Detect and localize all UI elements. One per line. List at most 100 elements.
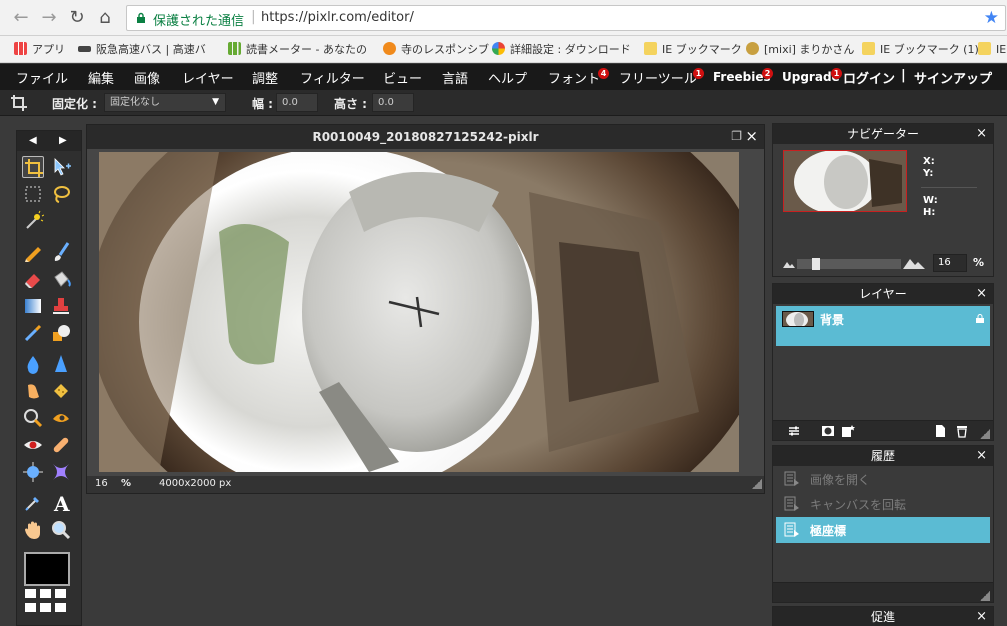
expand-right-icon[interactable]: ▶	[59, 135, 67, 146]
pencil-tool-icon[interactable]	[22, 241, 44, 263]
bookmark-item[interactable]: [mixi] まりかさん	[746, 41, 854, 59]
close-icon[interactable]: ×	[976, 284, 987, 304]
menu-font[interactable]: フォント	[548, 68, 600, 87]
smudge-tool-icon[interactable]	[22, 380, 44, 402]
pinch-tool-icon[interactable]	[50, 461, 72, 483]
constrain-select[interactable]: 固定化なし ▼	[104, 93, 226, 112]
paint-bucket-tool-icon[interactable]	[50, 268, 72, 290]
layer-style-icon[interactable]	[841, 424, 855, 438]
layer-mask-icon[interactable]	[821, 424, 835, 438]
drawing-tool-icon[interactable]	[50, 322, 72, 344]
zoom-out-icon[interactable]	[783, 258, 795, 268]
zoom-slider-handle[interactable]	[812, 258, 820, 270]
navigator-header[interactable]: ナビゲーター ×	[773, 124, 993, 144]
layer-row[interactable]: 背景	[776, 306, 990, 346]
hand-tool-icon[interactable]	[22, 519, 44, 541]
height-input[interactable]: 0.0	[372, 93, 414, 112]
menu-image[interactable]: 画像	[134, 68, 160, 87]
close-icon[interactable]: ×	[976, 124, 987, 144]
color-replace-tool-icon[interactable]	[22, 322, 44, 344]
close-icon[interactable]: ×	[745, 127, 758, 145]
collapse-left-icon[interactable]: ◀	[29, 135, 37, 146]
image-canvas[interactable]	[99, 152, 739, 472]
zoom-value[interactable]: 16	[95, 478, 108, 489]
lock-icon[interactable]	[976, 314, 984, 323]
bloat-tool-icon[interactable]	[22, 461, 44, 483]
red-eye-tool-icon[interactable]	[22, 434, 44, 456]
restore-window-icon[interactable]: ❐	[731, 129, 742, 143]
lasso-tool-icon[interactable]	[50, 183, 72, 205]
back-arrow-icon[interactable]: ←	[10, 7, 32, 29]
history-header[interactable]: 履歴 ×	[773, 446, 993, 466]
type-tool-icon[interactable]: A	[50, 492, 72, 516]
primary-color-swatch[interactable]	[24, 552, 70, 586]
menu-layer[interactable]: レイヤー	[182, 68, 234, 87]
trash-icon[interactable]	[955, 424, 969, 438]
menu-file[interactable]: ファイル	[16, 68, 68, 87]
bookmark-item[interactable]: 阪急高速バス | 高速バ	[78, 41, 206, 59]
zoom-slider[interactable]	[797, 258, 901, 270]
bookmark-item[interactable]: 読書メーター - あなたの	[228, 41, 367, 59]
menu-help[interactable]: ヘルプ	[488, 68, 527, 87]
url-text[interactable]: https://pixlr.com/editor/	[261, 10, 414, 25]
new-layer-icon[interactable]	[933, 424, 947, 438]
crop-tool-icon[interactable]	[22, 156, 44, 178]
move-tool-icon[interactable]	[50, 156, 72, 178]
color-picker-tool-icon[interactable]	[22, 492, 44, 514]
menu-adjust[interactable]: 調整	[252, 68, 278, 87]
signup-link[interactable]: サインアップ	[914, 68, 992, 87]
navigator-thumbnail[interactable]	[783, 150, 907, 212]
home-icon[interactable]: ⌂	[94, 7, 116, 29]
marquee-tool-icon[interactable]	[22, 183, 44, 205]
close-icon[interactable]: ×	[976, 607, 987, 626]
reload-icon[interactable]: ↻	[66, 7, 88, 29]
forward-arrow-icon[interactable]: →	[38, 7, 60, 29]
layer-settings-icon[interactable]	[787, 424, 801, 438]
adjust-panel: 促進 ×	[772, 606, 994, 626]
tool-options-bar: 固定化 : 固定化なし ▼ 幅 : 0.0 高さ : 0.0	[0, 90, 1007, 116]
address-bar[interactable]: 保護された通信 | https://pixlr.com/editor/ ★	[126, 5, 1006, 31]
login-link[interactable]: ログイン	[843, 68, 895, 87]
resize-grip-icon[interactable]	[980, 591, 990, 601]
blur-tool-icon[interactable]	[22, 353, 44, 375]
width-input[interactable]: 0.0	[276, 93, 318, 112]
resize-grip-icon[interactable]	[752, 479, 762, 489]
menu-language[interactable]: 言語	[442, 68, 468, 87]
adjust-header[interactable]: 促進 ×	[773, 607, 993, 626]
canvas-titlebar[interactable]: R0010049_20180827125242-pixlr ❐ ×	[87, 125, 764, 149]
history-item-active[interactable]: 極座標	[776, 517, 990, 543]
zoom-tool-icon[interactable]	[50, 519, 72, 541]
sharpen-tool-icon[interactable]	[50, 353, 72, 375]
menu-free-tools[interactable]: フリーツール	[619, 68, 697, 87]
bookmark-folder[interactable]: IE ブックマーク	[644, 41, 742, 59]
close-icon[interactable]: ×	[976, 446, 987, 466]
bookmark-folder[interactable]: IE	[978, 41, 1006, 59]
eraser-tool-icon[interactable]	[22, 268, 44, 290]
menu-edit[interactable]: 編集	[88, 68, 114, 87]
resize-grip-icon[interactable]	[980, 429, 990, 439]
bookmark-apps[interactable]: アプリ	[14, 41, 65, 59]
history-step-icon	[784, 522, 799, 537]
sponge-tool-icon[interactable]	[50, 380, 72, 402]
view-grid-icon[interactable]	[25, 589, 69, 617]
spot-heal-tool-icon[interactable]	[50, 434, 72, 456]
burn-tool-icon[interactable]	[50, 407, 72, 429]
brush-tool-icon[interactable]	[50, 241, 72, 263]
bookmark-star-icon[interactable]: ★	[984, 8, 999, 28]
zoom-in-icon[interactable]	[903, 255, 925, 269]
bookmark-item[interactable]: 寺のレスポンシブ	[383, 41, 489, 59]
history-item[interactable]: キャンバスを回転	[776, 491, 990, 517]
bookmark-folder[interactable]: IE ブックマーク (1)	[862, 41, 979, 59]
history-item[interactable]: 画像を開く	[776, 466, 990, 492]
tools-panel-header[interactable]: ◀ ▶	[17, 131, 81, 151]
bookmark-item[interactable]: 詳細設定 : ダウンロード	[492, 41, 631, 59]
dodge-tool-icon[interactable]	[22, 407, 44, 429]
gradient-tool-icon[interactable]	[22, 295, 44, 317]
zoom-input[interactable]: 16	[933, 254, 967, 272]
folder-icon	[644, 42, 657, 55]
stamp-tool-icon[interactable]	[50, 295, 72, 317]
menu-filter[interactable]: フィルター	[300, 68, 365, 87]
menu-view[interactable]: ビュー	[383, 68, 422, 87]
layers-header[interactable]: レイヤー ×	[773, 284, 993, 304]
magic-wand-tool-icon[interactable]	[22, 210, 45, 232]
